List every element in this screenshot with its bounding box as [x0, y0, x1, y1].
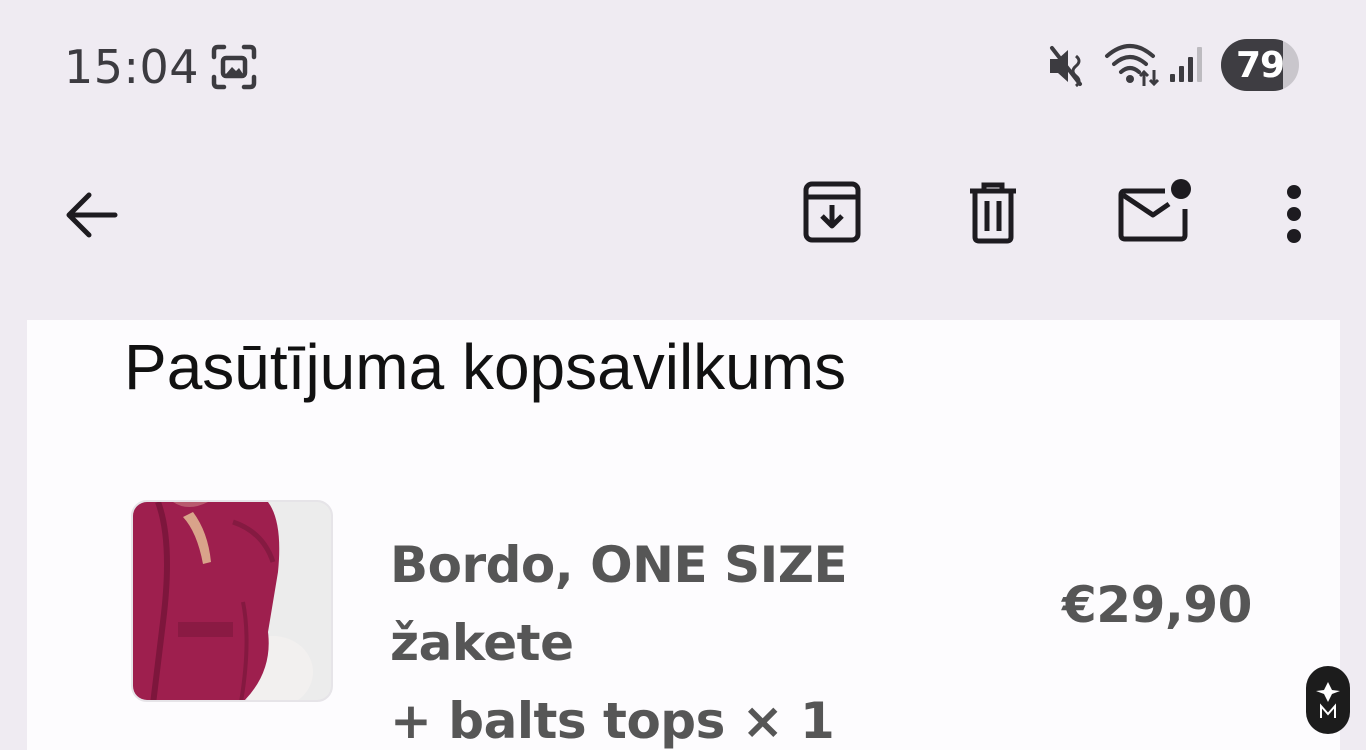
arrow-back-icon [66, 192, 118, 238]
logo-icon [1316, 682, 1340, 718]
mute-icon [1046, 44, 1090, 93]
mark-unread-button[interactable] [1114, 174, 1194, 250]
screenshot-icon [210, 43, 258, 96]
signal-icon [1168, 44, 1208, 89]
battery-indicator: 79 [1221, 39, 1299, 91]
product-image[interactable] [131, 500, 333, 702]
product-name-line-1: Bordo, ONE SIZE žakete [390, 536, 848, 672]
wifi-icon [1104, 42, 1160, 93]
product-name: Bordo, ONE SIZE žakete + balts tops × 1 [390, 526, 1030, 750]
back-button[interactable] [56, 180, 126, 250]
status-bar: 15:04 79 [0, 0, 1366, 130]
email-toolbar [0, 130, 1366, 320]
product-price: €29,90 [1062, 576, 1252, 634]
delete-button[interactable] [957, 176, 1029, 248]
more-options-button[interactable] [1270, 176, 1318, 252]
email-body: Pasūtījuma kopsavilkums Bordo, ONE SIZE … [27, 320, 1340, 750]
mail-unread-icon [1118, 179, 1191, 242]
archive-icon [803, 181, 861, 243]
more-vert-icon [1287, 185, 1301, 243]
status-time: 15:04 [64, 40, 200, 94]
floating-assistant-badge[interactable] [1306, 666, 1350, 734]
battery-level: 79 [1235, 44, 1285, 86]
trash-icon [970, 182, 1016, 244]
archive-button[interactable] [796, 176, 868, 248]
order-summary-title: Pasūtījuma kopsavilkums [124, 331, 847, 403]
product-name-line-2: + balts tops × 1 [390, 692, 835, 750]
